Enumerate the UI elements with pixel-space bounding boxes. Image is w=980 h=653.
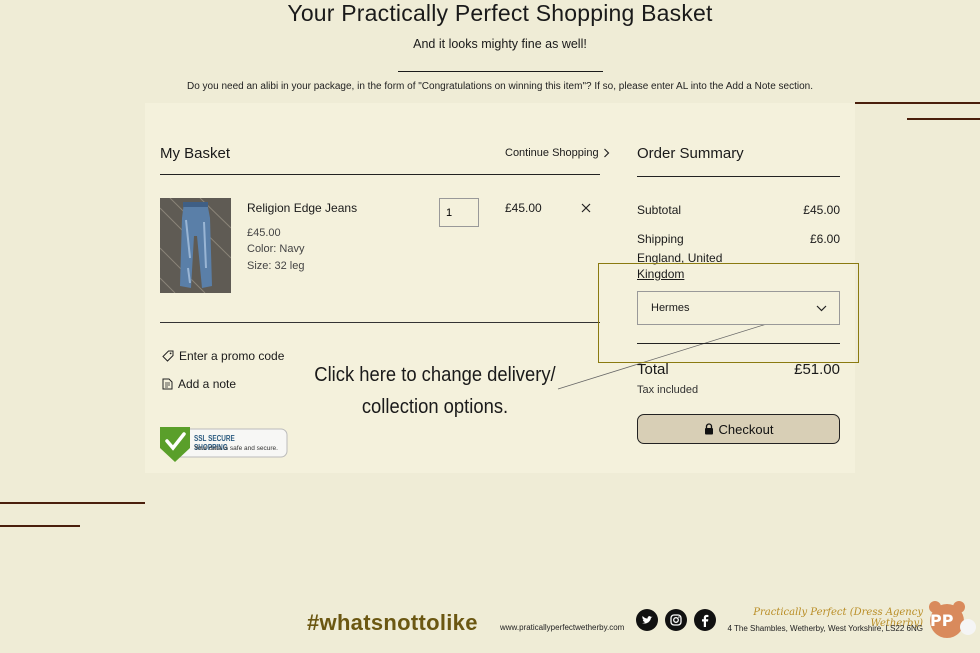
checkout-label: Checkout <box>718 421 774 437</box>
add-note-link[interactable]: Add a note <box>162 377 236 391</box>
continue-shopping-link[interactable]: Continue Shopping <box>505 147 610 159</box>
shipping-value: £6.00 <box>809 232 840 246</box>
title-divider <box>398 71 603 72</box>
product-color: Color: Navy <box>247 243 305 255</box>
total-value: £51.00 <box>794 361 840 378</box>
delivery-option-value: Hermes <box>651 302 690 314</box>
ssl-badge-subtitle: Your data is safe and secure. <box>194 445 278 452</box>
product-size: Size: 32 leg <box>247 260 305 272</box>
page-subtitle: And it looks mighty fine as well! <box>413 37 587 51</box>
decorative-line <box>0 502 145 504</box>
subtotal-label: Subtotal <box>637 203 682 217</box>
decorative-line <box>907 118 980 120</box>
pp-logo: PP <box>926 599 976 639</box>
line-total: £45.00 <box>505 201 542 215</box>
close-icon <box>581 203 591 213</box>
divider <box>637 343 840 344</box>
add-note-label: Add a note <box>178 377 237 391</box>
promo-code-link[interactable]: Enter a promo code <box>162 349 284 363</box>
promo-code-label: Enter a promo code <box>179 349 285 363</box>
decorative-line <box>0 525 80 527</box>
annotation-line-2: collection options. <box>361 396 509 418</box>
delivery-annotation: Click here to change delivery/ collectio… <box>311 359 559 423</box>
annotation-line-1: Click here to change delivery/ <box>314 364 556 386</box>
shipping-label: Shipping <box>637 232 684 246</box>
divider <box>160 174 600 175</box>
continue-shopping-label: Continue Shopping <box>505 147 599 159</box>
checkout-button[interactable]: Checkout <box>637 414 840 444</box>
remove-item-button[interactable] <box>579 201 593 215</box>
subtotal-value: £45.00 <box>803 203 840 217</box>
lock-icon <box>704 423 713 435</box>
chevron-right-icon <box>603 148 609 158</box>
tag-icon <box>162 350 174 362</box>
product-unit-price: £45.00 <box>247 227 281 239</box>
product-name[interactable]: Religion Edge Jeans <box>247 201 357 215</box>
twitter-icon[interactable] <box>636 609 658 631</box>
footer-address: 4 The Shambles, Wetherby, West Yorkshire… <box>727 624 923 633</box>
page-title: Your Practically Perfect Shopping Basket <box>287 0 713 26</box>
tax-note: Tax included <box>637 384 699 396</box>
quantity-input[interactable] <box>439 198 479 227</box>
divider <box>637 176 840 177</box>
instagram-icon[interactable] <box>665 609 687 631</box>
chevron-down-icon <box>816 305 827 311</box>
product-image[interactable] <box>160 198 231 293</box>
footer-url-link[interactable]: www.praticallyperfectwetherby.com <box>500 623 624 632</box>
basket-heading: My Basket <box>160 145 231 162</box>
total-label: Total <box>637 361 669 378</box>
divider <box>160 322 600 323</box>
order-summary-heading: Order Summary <box>637 145 744 162</box>
ssl-secure-badge: SSL SECURE SHOPPING Your data is safe an… <box>160 426 288 462</box>
decorative-line <box>855 102 980 104</box>
note-icon <box>162 378 173 390</box>
delivery-option-select[interactable]: Hermes <box>637 291 840 325</box>
hashtag: #whatsnottolike <box>307 610 478 635</box>
alibi-note: Do you need an alibi in your package, in… <box>187 81 813 92</box>
pp-logo-text: PP <box>930 611 954 630</box>
